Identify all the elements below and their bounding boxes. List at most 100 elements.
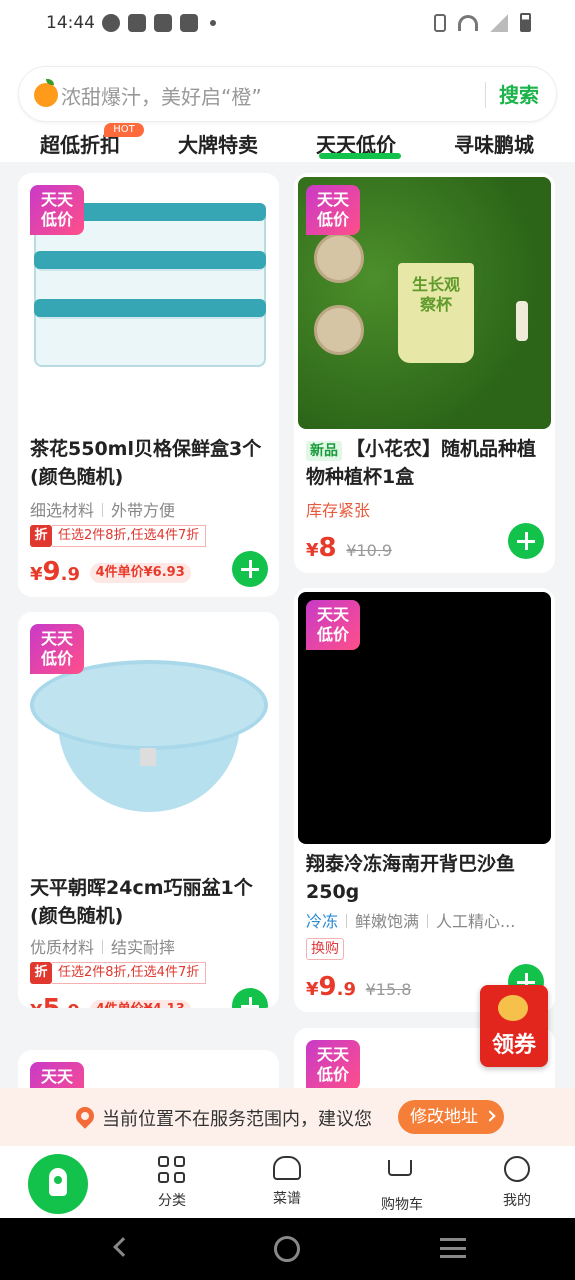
product-price: ¥9.9 ¥15.8 <box>306 972 412 1002</box>
feature-text: 人工精心... <box>436 912 516 931</box>
seedling-cup-illustration: 生长观察杯 <box>398 263 474 363</box>
message-icon <box>154 14 172 32</box>
back-icon[interactable] <box>113 1237 133 1257</box>
modify-address-label: 修改地址 <box>410 1107 478 1127</box>
nav-recipes[interactable]: 菜谱 <box>247 1156 327 1208</box>
new-badge: 新品 <box>306 441 342 461</box>
message-icon <box>180 14 198 32</box>
message-icon <box>128 14 146 32</box>
home-circle-icon[interactable] <box>274 1236 300 1262</box>
tab-brand-sale[interactable]: 大牌特卖 <box>178 129 258 158</box>
discount-info: 折 任选2件8折,任选4件7折 <box>30 525 207 547</box>
bottom-nav: 分类 菜谱 购物车 我的 <box>0 1146 575 1218</box>
nav-label: 我的 <box>503 1193 531 1209</box>
product-card[interactable]: 生长观察杯 天天 低价 新品 【小花农】随机品种植物种植杯1盒 库存紧张 ¥8 ¥1… <box>294 173 555 573</box>
signal-icon <box>490 13 508 32</box>
feature-text: 外带方便 <box>111 501 176 520</box>
system-navigation-bar <box>0 1218 575 1280</box>
discount-text: 任选2件8折,任选4件7折 <box>52 962 207 984</box>
coin-icon <box>498 995 528 1021</box>
orange-icon <box>34 79 58 107</box>
recent-apps-icon[interactable] <box>440 1238 466 1258</box>
nav-category[interactable]: 分类 <box>132 1156 212 1210</box>
product-price: ¥8 ¥10.9 <box>306 533 393 563</box>
system-icons <box>434 13 531 32</box>
vibrate-icon <box>434 13 446 32</box>
coupon-float-button[interactable]: 领券 <box>480 985 548 1067</box>
coupon-label: 领券 <box>491 1033 536 1058</box>
status-bar: 14:44 <box>0 0 575 48</box>
container-illustration <box>34 299 266 367</box>
promo-tag: 天天低价 <box>30 185 84 235</box>
product-features: 优质材料 结实耐摔 <box>30 934 175 958</box>
product-features: 细选材料 外带方便 <box>30 497 175 521</box>
add-to-cart-button[interactable] <box>508 523 544 559</box>
peat-pellet-illustration <box>314 233 364 283</box>
basin-sticker <box>140 748 156 766</box>
search-divider <box>485 82 486 108</box>
seed-tube-illustration <box>516 301 528 341</box>
product-title[interactable]: 新品 【小花农】随机品种植物种植杯1盒 <box>306 435 546 491</box>
promo-tag: 天天低价 <box>30 624 84 674</box>
app-notification-icon <box>102 14 120 32</box>
stock-status: 库存紧张 <box>306 501 371 520</box>
discount-text: 任选2件8折,任选4件7折 <box>52 525 207 547</box>
feature-text: 细选材料 <box>30 501 95 520</box>
more-notifications-icon <box>210 20 216 26</box>
chevron-right-icon <box>484 1110 496 1122</box>
product-price: ¥5.9 4件单价¥4.13 <box>30 994 191 1008</box>
chef-hat-icon <box>273 1156 301 1180</box>
promo-tag: 天天低价 <box>306 1040 360 1090</box>
product-title[interactable]: 翔泰冷冻海南开背巴沙鱼250g <box>306 850 546 906</box>
category-tabs: 超低折扣 HOT 大牌特卖 天天低价 寻味鹏城 <box>0 123 575 162</box>
nav-home[interactable] <box>28 1154 88 1214</box>
feature-text: 优质材料 <box>30 938 95 957</box>
location-notice-text: 当前位置不在服务范围内，建议您 <box>102 1109 372 1130</box>
product-title[interactable]: 天平朝晖24cm巧丽盆1个(颜色随机) <box>30 874 270 930</box>
nav-cart[interactable]: 购物车 <box>362 1156 442 1214</box>
unit-price-badge: 4件单价¥6.93 <box>89 563 191 583</box>
nav-label: 购物车 <box>381 1197 423 1213</box>
product-features: 冷冻 鲜嫩饱满 人工精心... <box>306 908 515 932</box>
cart-icon <box>388 1160 416 1186</box>
category-grid-icon <box>158 1156 186 1183</box>
add-to-cart-button[interactable] <box>232 551 268 587</box>
location-pin-icon <box>72 1103 98 1129</box>
original-price: ¥10.9 <box>346 541 393 560</box>
feature-text: 鲜嫩饱满 <box>355 912 420 931</box>
status-time: 14:44 <box>46 13 95 33</box>
exchange-badge: 换购 <box>306 938 344 960</box>
product-price: ¥9.9 4件单价¥6.93 <box>30 557 191 587</box>
profile-smile-icon <box>504 1156 530 1182</box>
hot-badge: HOT <box>104 123 144 137</box>
tab-local-flavor[interactable]: 寻味鹏城 <box>454 129 534 158</box>
rocket-icon <box>49 1168 67 1196</box>
search-button[interactable]: 搜索 <box>499 79 539 108</box>
location-notice-bar: 当前位置不在服务范围内，建议您 修改地址 <box>0 1088 575 1146</box>
nav-profile[interactable]: 我的 <box>477 1156 557 1210</box>
notification-icons <box>102 14 216 32</box>
search-bar[interactable]: 浓甜爆汁，美好启“橙” 搜索 <box>18 66 557 122</box>
promo-tag: 天天低价 <box>306 185 360 235</box>
unit-price-badge: 4件单价¥4.13 <box>89 1000 191 1008</box>
peat-pellet-illustration <box>314 305 364 355</box>
product-title[interactable]: 茶花550ml贝格保鲜盒3个(颜色随机) <box>30 435 270 491</box>
discount-info: 折 任选2件8折,任选4件7折 <box>30 962 207 984</box>
product-card[interactable]: 天天 低价 天平朝晖24cm巧丽盆1个(颜色随机) 优质材料 结实耐摔 折 任选2件… <box>18 612 279 1008</box>
discount-icon: 折 <box>30 525 52 547</box>
search-input[interactable]: 浓甜爆汁，美好启“橙” <box>61 81 262 110</box>
cup-print-text: 生长观察杯 <box>411 275 460 314</box>
feature-text: 结实耐摔 <box>111 938 176 957</box>
discount-icon: 折 <box>30 962 52 984</box>
add-to-cart-button[interactable] <box>232 988 268 1008</box>
product-card[interactable]: 天天 低价 茶花550ml贝格保鲜盒3个(颜色随机) 细选材料 外带方便 折 任选2… <box>18 173 279 597</box>
original-price: ¥15.8 <box>365 980 412 999</box>
product-card[interactable]: 天天 低价 翔泰冷冻海南开背巴沙鱼250g 冷冻 鲜嫩饱满 人工精心... 换购 ¥9… <box>294 588 555 1012</box>
nav-label: 分类 <box>158 1193 186 1209</box>
nav-label: 菜谱 <box>273 1191 301 1207</box>
promo-tag: 天天低价 <box>306 600 360 650</box>
wifi-icon <box>458 14 478 31</box>
battery-icon <box>520 13 531 32</box>
active-tab-indicator <box>319 153 401 159</box>
modify-address-button[interactable]: 修改地址 <box>398 1100 504 1134</box>
